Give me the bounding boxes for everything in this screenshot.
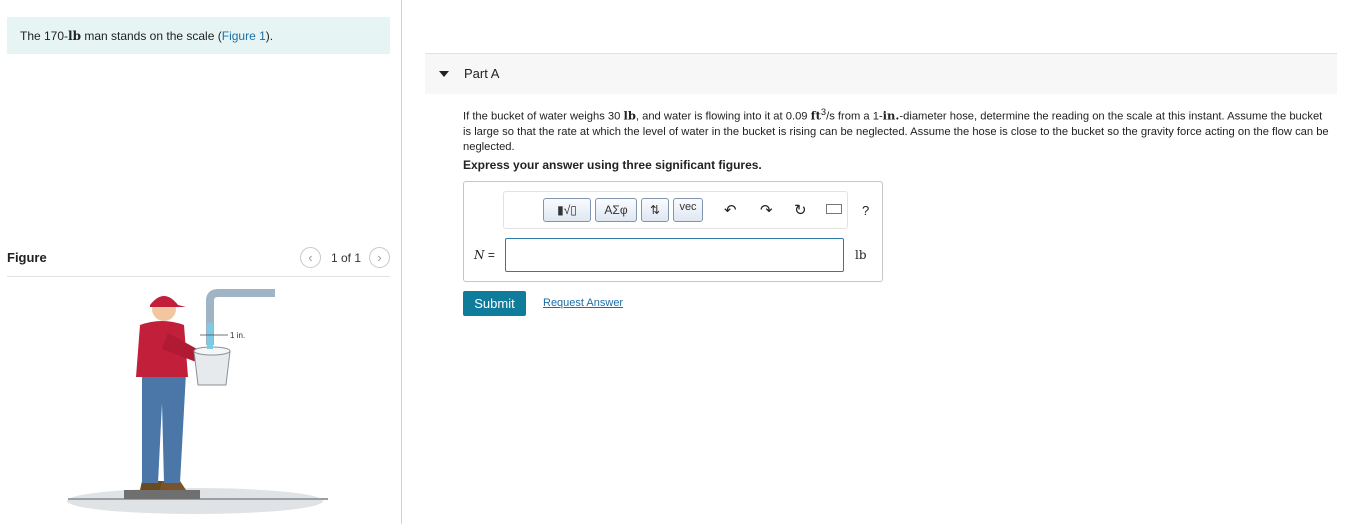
reset-icon[interactable]: ↻ xyxy=(794,202,807,220)
problem-unit-in: in. xyxy=(882,108,900,123)
bucket xyxy=(193,350,231,386)
answer-variable: N = xyxy=(474,248,495,262)
figure-label: Figure xyxy=(7,250,47,265)
undo-icon[interactable]: ↶ xyxy=(724,202,737,220)
instruction: Express your answer using three signific… xyxy=(463,158,762,172)
answer-box: ▮√▯ ΑΣφ ⇅ vec ↶ ↷ ↻ ? N = lb xyxy=(463,181,883,282)
problem-text-3: /s from a 1- xyxy=(826,110,883,123)
intro-suffix: ). xyxy=(265,29,274,43)
redo-icon[interactable]: ↷ xyxy=(760,202,773,220)
figure-link[interactable]: Figure 1 xyxy=(222,29,266,43)
panel-divider xyxy=(401,0,402,524)
intro-middle: man stands on the scale ( xyxy=(80,29,222,43)
part-title: Part A xyxy=(464,66,500,81)
dimension-label: 1 in. xyxy=(230,331,245,340)
keyboard-icon[interactable] xyxy=(826,204,842,214)
water-stream xyxy=(207,323,213,349)
answer-unit: lb xyxy=(855,248,867,262)
help-icon[interactable]: ? xyxy=(862,202,869,220)
part-header[interactable]: Part A xyxy=(425,54,1337,94)
legs xyxy=(142,373,186,483)
symbols-button[interactable]: ΑΣφ xyxy=(595,198,637,222)
answer-equals: = xyxy=(484,248,495,262)
problem-statement: If the bucket of water weighs 30 lb, and… xyxy=(463,105,1333,155)
intro-statement: The 170-lb man stands on the scale (Figu… xyxy=(7,17,390,54)
scale-platform xyxy=(124,490,200,499)
caret-down-icon[interactable] xyxy=(439,71,449,77)
left-panel: The 170-lb man stands on the scale (Figu… xyxy=(0,0,402,524)
figure-illustration: 1 in. xyxy=(67,289,328,514)
chevron-right-icon[interactable]: › xyxy=(369,247,390,268)
figure-pager: ‹ 1 of 1 › xyxy=(299,247,390,268)
request-answer-link[interactable]: Request Answer xyxy=(543,297,623,309)
intro-prefix: The 170- xyxy=(20,29,69,43)
chevron-left-icon[interactable]: ‹ xyxy=(299,247,321,268)
submit-button[interactable]: Submit xyxy=(463,291,526,316)
problem-unit-ft: ft xyxy=(810,108,821,123)
math-toolbar: ▮√▯ ΑΣφ ⇅ vec ↶ ↷ ↻ ? xyxy=(503,191,869,229)
problem-text-1: If the bucket of water weighs 30 xyxy=(463,110,624,123)
cap xyxy=(150,296,186,307)
right-panel: Part A If the bucket of water weighs 30 … xyxy=(425,0,1337,524)
pager-text: 1 of 1 xyxy=(330,250,361,265)
answer-variable-symbol: N xyxy=(474,248,485,262)
problem-unit-lb: lb xyxy=(623,108,636,123)
arrows-button[interactable]: ⇅ xyxy=(641,198,669,222)
problem-text-2: , and water is flowing into it at 0.09 xyxy=(635,110,811,123)
vec-button[interactable]: vec xyxy=(673,198,703,222)
answer-input[interactable] xyxy=(505,238,844,272)
template-button[interactable]: ▮√▯ xyxy=(543,198,591,222)
figure-header: Figure ‹ 1 of 1 › xyxy=(7,244,390,277)
intro-unit: lb xyxy=(68,29,81,43)
